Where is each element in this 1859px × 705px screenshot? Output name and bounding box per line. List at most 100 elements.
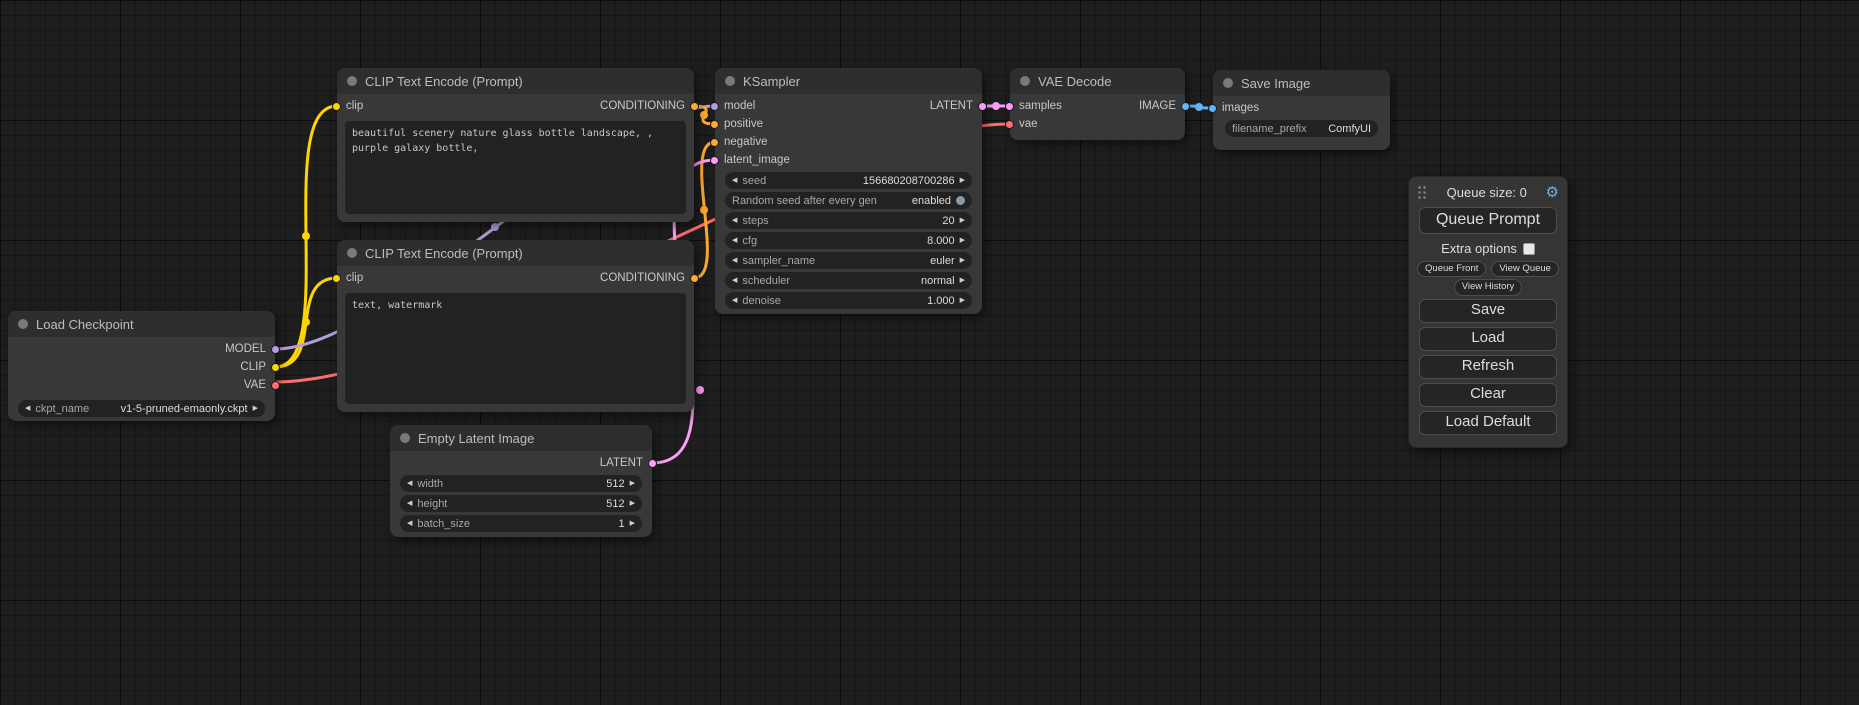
port-latent-output[interactable]: [648, 459, 657, 468]
graph-canvas[interactable]: Load Checkpoint MODEL CLIP VAE: [0, 0, 1859, 705]
widget-denoise[interactable]: ◀ denoise 1.000 ▶: [725, 292, 972, 309]
input-label-clip: clip: [346, 272, 363, 284]
prev-option-arrow-icon[interactable]: ◀: [732, 277, 737, 284]
output-label-conditioning: CONDITIONING: [600, 100, 685, 112]
refresh-button[interactable]: Refresh: [1419, 355, 1557, 379]
widget-label: seed: [742, 175, 766, 187]
decrement-arrow-icon[interactable]: ◀: [732, 237, 737, 244]
node-title-bar[interactable]: Empty Latent Image: [390, 425, 652, 451]
link-midpoint-dot: [992, 102, 1000, 110]
collapse-dot-icon[interactable]: [347, 76, 357, 86]
node-clip-text-encode-negative[interactable]: CLIP Text Encode (Prompt) clip CONDITION…: [337, 240, 694, 412]
increment-arrow-icon[interactable]: ▶: [960, 217, 965, 224]
view-history-button[interactable]: View History: [1454, 279, 1523, 295]
widget-filename-prefix[interactable]: filename_prefix ComfyUI: [1225, 120, 1378, 137]
widget-ckpt-name[interactable]: ◀ ckpt_name v1-5-pruned-emaonly.ckpt ▶: [18, 400, 265, 417]
extra-options-checkbox[interactable]: [1523, 243, 1535, 255]
widget-steps[interactable]: ◀ steps 20 ▶: [725, 212, 972, 229]
node-ksampler[interactable]: KSampler model LATENT positive: [715, 68, 982, 314]
decrement-arrow-icon[interactable]: ◀: [407, 520, 412, 527]
prompt-textarea[interactable]: text, watermark: [345, 293, 686, 404]
collapse-dot-icon[interactable]: [347, 248, 357, 258]
port-model-input[interactable]: [710, 102, 719, 111]
clear-button[interactable]: Clear: [1419, 383, 1557, 407]
toggle-dot-icon[interactable]: [956, 196, 965, 205]
port-conditioning-output[interactable]: [690, 274, 699, 283]
decrement-arrow-icon[interactable]: ◀: [732, 177, 737, 184]
settings-gear-icon[interactable]: ⚙: [1546, 185, 1559, 200]
widget-sampler-name[interactable]: ◀ sampler_name euler ▶: [725, 252, 972, 269]
widget-scheduler[interactable]: ◀ scheduler normal ▶: [725, 272, 972, 289]
link-midpoint-dot: [1195, 103, 1203, 111]
node-save-image[interactable]: Save Image images filename_prefix ComfyU…: [1213, 70, 1390, 150]
port-model-output[interactable]: [271, 345, 280, 354]
node-title-bar[interactable]: CLIP Text Encode (Prompt): [337, 240, 694, 266]
port-positive-input[interactable]: [710, 120, 719, 129]
decrement-arrow-icon[interactable]: ◀: [25, 405, 30, 412]
increment-arrow-icon[interactable]: ▶: [960, 177, 965, 184]
load-default-button[interactable]: Load Default: [1419, 411, 1557, 435]
port-vae-output[interactable]: [271, 381, 280, 390]
collapse-dot-icon[interactable]: [18, 319, 28, 329]
widget-seed[interactable]: ◀ seed 156680208700286 ▶: [725, 172, 972, 189]
port-clip-input[interactable]: [332, 274, 341, 283]
port-latent-image-input[interactable]: [710, 156, 719, 165]
increment-arrow-icon[interactable]: ▶: [960, 297, 965, 304]
next-option-arrow-icon[interactable]: ▶: [960, 277, 965, 284]
decrement-arrow-icon[interactable]: ◀: [732, 217, 737, 224]
node-title-bar[interactable]: KSampler: [715, 68, 982, 94]
queue-prompt-button[interactable]: Queue Prompt: [1419, 207, 1557, 234]
view-queue-button[interactable]: View Queue: [1491, 261, 1559, 277]
widget-height[interactable]: ◀ height 512 ▶: [400, 495, 642, 512]
increment-arrow-icon[interactable]: ▶: [253, 405, 258, 412]
input-label-positive: positive: [724, 118, 763, 130]
collapse-dot-icon[interactable]: [400, 433, 410, 443]
decrement-arrow-icon[interactable]: ◀: [732, 297, 737, 304]
widget-width[interactable]: ◀ width 512 ▶: [400, 475, 642, 492]
increment-arrow-icon[interactable]: ▶: [630, 480, 635, 487]
port-clip-output[interactable]: [271, 363, 280, 372]
next-option-arrow-icon[interactable]: ▶: [960, 257, 965, 264]
node-title-bar[interactable]: VAE Decode: [1010, 68, 1185, 94]
port-clip-input[interactable]: [332, 102, 341, 111]
save-button[interactable]: Save: [1419, 299, 1557, 323]
node-vae-decode[interactable]: VAE Decode samples IMAGE vae: [1010, 68, 1185, 140]
node-empty-latent-image[interactable]: Empty Latent Image LATENT ◀ width 512 ▶ …: [390, 425, 652, 537]
port-conditioning-output[interactable]: [690, 102, 699, 111]
link-midpoint-dot: [700, 111, 708, 119]
output-label-model: MODEL: [225, 343, 266, 355]
widget-value: 8.000: [927, 235, 955, 247]
drag-handle-icon[interactable]: [1417, 185, 1428, 199]
load-button[interactable]: Load: [1419, 327, 1557, 351]
increment-arrow-icon[interactable]: ▶: [630, 520, 635, 527]
input-label-clip: clip: [346, 100, 363, 112]
port-samples-input[interactable]: [1005, 102, 1014, 111]
input-label-latent-image: latent_image: [724, 154, 790, 166]
widget-label: filename_prefix: [1232, 123, 1307, 135]
widget-cfg[interactable]: ◀ cfg 8.000 ▶: [725, 232, 972, 249]
collapse-dot-icon[interactable]: [1223, 78, 1233, 88]
port-latent-output[interactable]: [978, 102, 987, 111]
port-image-output[interactable]: [1181, 102, 1190, 111]
port-vae-input[interactable]: [1005, 120, 1014, 129]
decrement-arrow-icon[interactable]: ◀: [407, 480, 412, 487]
widget-batch-size[interactable]: ◀ batch_size 1 ▶: [400, 515, 642, 532]
prev-option-arrow-icon[interactable]: ◀: [732, 257, 737, 264]
prompt-textarea[interactable]: beautiful scenery nature glass bottle la…: [345, 121, 686, 214]
increment-arrow-icon[interactable]: ▶: [960, 237, 965, 244]
collapse-dot-icon[interactable]: [725, 76, 735, 86]
node-load-checkpoint[interactable]: Load Checkpoint MODEL CLIP VAE: [8, 311, 275, 421]
node-title-bar[interactable]: CLIP Text Encode (Prompt): [337, 68, 694, 94]
queue-front-button[interactable]: Queue Front: [1417, 261, 1486, 277]
widget-random-seed-toggle[interactable]: Random seed after every gen enabled: [725, 192, 972, 209]
port-negative-input[interactable]: [710, 138, 719, 147]
collapse-dot-icon[interactable]: [1020, 76, 1030, 86]
decrement-arrow-icon[interactable]: ◀: [407, 500, 412, 507]
increment-arrow-icon[interactable]: ▶: [630, 500, 635, 507]
node-clip-text-encode-positive[interactable]: CLIP Text Encode (Prompt) clip CONDITION…: [337, 68, 694, 222]
node-title-bar[interactable]: Load Checkpoint: [8, 311, 275, 337]
extra-options-label: Extra options: [1441, 241, 1517, 256]
port-images-input[interactable]: [1208, 104, 1217, 113]
widget-value: 156680208700286: [863, 175, 955, 187]
node-title-bar[interactable]: Save Image: [1213, 70, 1390, 96]
